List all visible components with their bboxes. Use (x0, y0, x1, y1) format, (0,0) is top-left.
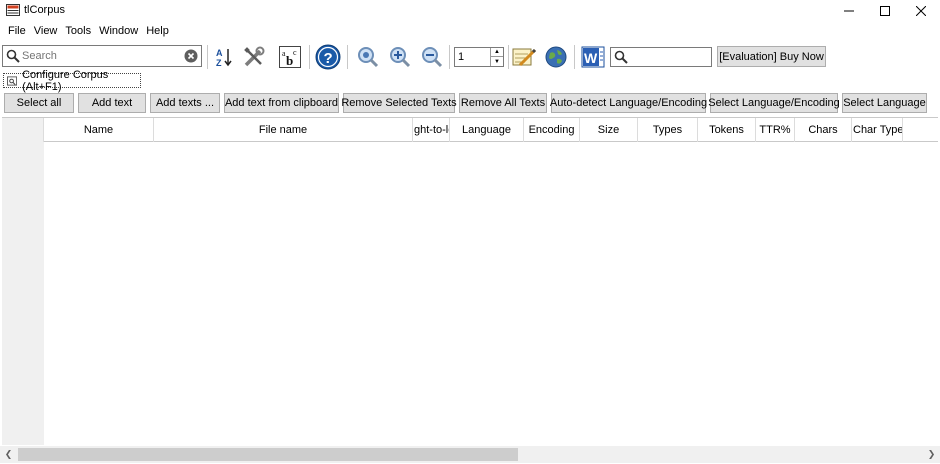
action-bar: Select all Add text Add texts ... Add te… (0, 93, 940, 114)
minimize-icon (844, 10, 854, 12)
column-header-name[interactable]: Name (44, 118, 154, 142)
column-header-file-name[interactable]: File name (154, 118, 413, 142)
scrollbar-thumb[interactable] (18, 448, 518, 461)
corpus-table: Name File name ght-to-le Language Encodi… (2, 117, 938, 445)
menu-view[interactable]: View (30, 22, 62, 40)
chevron-left-icon: ❮ (4, 449, 13, 459)
stepper-down-button[interactable]: ▼ (491, 57, 503, 66)
title-bar: tlCorpus (0, 0, 940, 22)
menu-tools[interactable]: Tools (61, 22, 95, 40)
zoom-in-icon (390, 47, 411, 68)
tools-icon (244, 46, 265, 67)
window-title: tlCorpus (24, 4, 65, 16)
help-button[interactable]: ? (315, 44, 341, 70)
word-search-input[interactable] (631, 50, 709, 64)
toolbar-separator (574, 45, 575, 69)
toolbar-separator (309, 45, 310, 69)
column-header-ttr[interactable]: TTR% (756, 118, 795, 142)
page-number-stepper: ▲ ▼ (454, 47, 504, 67)
auto-detect-language-encoding-button[interactable]: Auto-detect Language/Encoding (550, 93, 707, 113)
remove-all-texts-button[interactable]: Remove All Texts (459, 93, 547, 113)
maximize-icon (880, 6, 890, 16)
svg-text:A: A (216, 48, 223, 58)
menu-help[interactable]: Help (142, 22, 173, 40)
configure-icon (7, 75, 18, 86)
search-input[interactable] (22, 48, 180, 64)
arrow-down-icon: ▼ (494, 58, 500, 65)
select-all-button[interactable]: Select all (4, 93, 74, 113)
sort-button[interactable]: A Z (211, 44, 237, 70)
add-text-from-clipboard-button[interactable]: Add text from clipboard (224, 93, 339, 113)
svg-text:W: W (584, 50, 598, 66)
select-language-button[interactable]: Select Language (842, 93, 927, 113)
column-header-types[interactable]: Types (638, 118, 698, 142)
globe-icon (545, 46, 567, 68)
zoom-out-icon (422, 47, 443, 68)
help-icon: ? (315, 44, 341, 70)
row-header-column (2, 142, 44, 445)
tools-button[interactable] (241, 44, 267, 70)
toolbar-separator (449, 45, 450, 69)
web-button[interactable] (543, 44, 569, 70)
close-button[interactable] (902, 0, 940, 22)
stepper-up-button[interactable]: ▲ (491, 48, 503, 57)
configure-corpus-label: Configure Corpus (Alt+F1) (22, 68, 109, 93)
minimize-button[interactable] (830, 0, 868, 22)
sort-az-icon: A Z (216, 48, 232, 68)
svg-text:Z: Z (216, 58, 222, 68)
column-header-char-types[interactable]: Char Types (852, 118, 903, 142)
page-number-input[interactable] (458, 50, 488, 64)
notepad-button[interactable] (511, 44, 537, 70)
add-texts-button[interactable]: Add texts ... (150, 93, 220, 113)
spellcheck-button[interactable]: a b c (277, 44, 303, 70)
zoom-button[interactable] (355, 44, 381, 70)
arrow-up-icon: ▲ (494, 49, 500, 55)
word-search-box (610, 47, 712, 67)
column-header-size[interactable]: Size (580, 118, 638, 142)
scroll-left-button[interactable]: ❮ (0, 446, 17, 463)
toolbar: A Z a b c ? (0, 41, 940, 72)
maximize-button[interactable] (866, 0, 904, 22)
buy-now-button[interactable]: [Evaluation] Buy Now (717, 46, 826, 67)
svg-text:c: c (293, 48, 297, 57)
stepper-arrows: ▲ ▼ (490, 48, 503, 66)
toolbar-separator (207, 45, 208, 69)
zoom-in-button[interactable] (387, 44, 413, 70)
select-language-encoding-button[interactable]: Select Language/Encoding (708, 93, 840, 113)
column-header-tokens[interactable]: Tokens (698, 118, 756, 142)
word-icon: W (581, 46, 605, 68)
horizontal-scrollbar[interactable]: ❮ ❯ (0, 446, 940, 463)
configure-corpus-button[interactable]: Configure Corpus (Alt+F1) (3, 69, 141, 93)
table-header: Name File name ght-to-le Language Encodi… (2, 118, 938, 142)
search-icon (6, 49, 20, 63)
column-header-encoding[interactable]: Encoding (524, 118, 580, 142)
toolbar-separator (347, 45, 348, 69)
chevron-right-icon: ❯ (927, 449, 936, 459)
svg-text:?: ? (324, 50, 333, 67)
zoom-out-button[interactable] (419, 44, 445, 70)
scroll-right-button[interactable]: ❯ (923, 446, 940, 463)
spellcheck-icon: a b c (279, 46, 301, 68)
menu-bar: File View Tools Window Help (0, 22, 940, 40)
clear-search-icon[interactable] (184, 49, 198, 63)
menu-file[interactable]: File (4, 22, 30, 40)
toolbar-separator (508, 45, 509, 69)
app-icon (6, 4, 20, 16)
search-box (2, 45, 202, 67)
column-header-language[interactable]: Language (450, 118, 524, 142)
menu-window[interactable]: Window (95, 22, 142, 40)
close-icon (916, 6, 926, 16)
word-button[interactable]: W (580, 44, 606, 70)
notepad-icon (512, 48, 537, 67)
row-header-corner (2, 118, 44, 142)
remove-selected-texts-button[interactable]: Remove Selected Texts (341, 93, 457, 113)
add-text-button[interactable]: Add text (78, 93, 146, 113)
zoom-icon (358, 47, 379, 68)
search-icon (614, 50, 628, 64)
column-header-right-to-left[interactable]: ght-to-le (413, 118, 450, 142)
column-header-chars[interactable]: Chars (795, 118, 852, 142)
